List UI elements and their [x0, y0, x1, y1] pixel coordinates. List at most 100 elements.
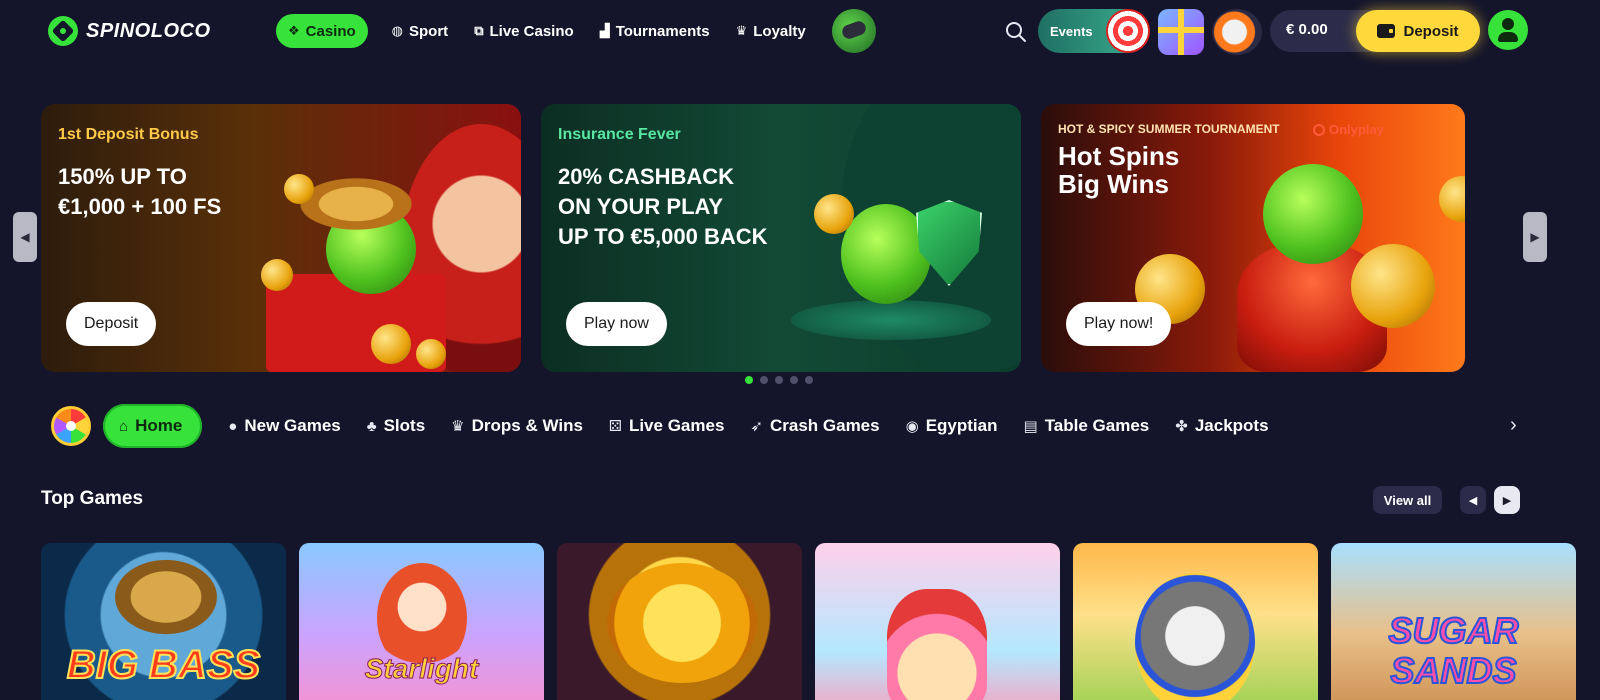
- search-icon[interactable]: [1004, 20, 1028, 44]
- carousel-dot[interactable]: [760, 376, 768, 384]
- main-nav: ❖ Casino ◍ Sport ⧉ Live Casino ▟ Tournam…: [276, 9, 876, 53]
- game-tile[interactable]: [557, 543, 802, 700]
- category-label: Jackpots: [1194, 416, 1269, 435]
- nav-casino[interactable]: ❖ Casino: [276, 14, 368, 48]
- banner-play-now-button[interactable]: Play now: [566, 302, 667, 346]
- category-home[interactable]: ⌂ Home: [103, 404, 203, 448]
- category-live-games[interactable]: ⚄ Live Games: [609, 404, 725, 448]
- nav-casino-label: Casino: [305, 22, 356, 40]
- logo-mark-icon: [48, 16, 78, 46]
- cards-icon: ▤: [1023, 418, 1038, 435]
- cherries-icon: ♣: [366, 417, 377, 435]
- view-all-button[interactable]: View all: [1373, 486, 1442, 514]
- onlyplay-logo-icon: [1313, 123, 1325, 136]
- bass-fish-icon: [111, 557, 221, 637]
- banner-hot-spins-tournament[interactable]: HOT & SPICY SUMMER TOURNAMENT Onlyplay H…: [1041, 104, 1465, 372]
- banner-title: 150% UP TO €1,000 + 100 FS: [58, 164, 222, 219]
- wallet-balance: € 0.00 Deposit: [1270, 10, 1480, 52]
- eye-coin-icon: ◉: [905, 418, 919, 435]
- category-label: Live Games: [628, 416, 725, 435]
- coin-illustration: [1439, 176, 1465, 222]
- banner-eyebrow: HOT & SPICY SUMMER TOURNAMENT: [1058, 122, 1280, 136]
- coin-illustration: [814, 194, 854, 234]
- category-crash-games[interactable]: ➶ Crash Games: [750, 404, 879, 448]
- category-egyptian[interactable]: ◉ Egyptian: [906, 404, 998, 448]
- whistle-promo-icon[interactable]: [831, 9, 876, 53]
- top-header: SPINOLOCO ❖ Casino ◍ Sport ⧉ Live Casino…: [0, 0, 1600, 64]
- banner-title: 20% CASHBACK ON YOUR PLAY UP TO €5,000 B…: [558, 164, 768, 249]
- ball-icon: ◍: [391, 23, 404, 38]
- provider-name: Onlyplay: [1329, 122, 1384, 137]
- balance-amount: € 0.00: [1286, 21, 1328, 38]
- crown-icon: ♛: [735, 23, 748, 38]
- category-label: New Games: [244, 416, 341, 435]
- game-tile[interactable]: Starlight: [299, 543, 544, 700]
- top-games-row: BIG BASS Starlight SUGAR SANDS: [41, 543, 1576, 700]
- fortune-wheel-icon[interactable]: [51, 406, 91, 446]
- category-table-games[interactable]: ▤ Table Games: [1024, 404, 1150, 448]
- gift-box-icon[interactable]: [1158, 9, 1204, 55]
- spinoloco-logo[interactable]: SPINOLOCO: [48, 16, 211, 46]
- wallet-icon: [1377, 24, 1396, 38]
- carousel-dot[interactable]: [775, 376, 783, 384]
- nav-sport-label: Sport: [409, 22, 449, 40]
- banner-first-deposit[interactable]: 1st Deposit Bonus 150% UP TO €1,000 + 10…: [41, 104, 521, 372]
- podium-icon: ▟: [599, 23, 610, 38]
- games-next-button[interactable]: ▶: [1494, 486, 1520, 514]
- carousel-dot[interactable]: [805, 376, 813, 384]
- category-jackpots[interactable]: ✤ Jackpots: [1175, 404, 1268, 448]
- events-button[interactable]: Events: [1038, 9, 1150, 53]
- banner-title: Hot Spins Big Wins: [1058, 141, 1180, 199]
- game-tile[interactable]: BIG BASS: [41, 543, 286, 700]
- banner-play-now-button[interactable]: Play now!: [1066, 302, 1172, 346]
- cake-icon: [887, 589, 987, 700]
- carousel-prev-button[interactable]: ◀: [13, 212, 37, 262]
- nav-tournaments[interactable]: ▟ Tournaments: [598, 14, 712, 48]
- banner-insurance-fever[interactable]: Insurance Fever 20% CASHBACK ON YOUR PLA…: [541, 104, 1021, 372]
- gold-tree-icon: [607, 563, 757, 683]
- target-icon: [1106, 9, 1150, 53]
- category-label: Egyptian: [925, 416, 998, 435]
- category-slots[interactable]: ♣ Slots: [367, 404, 425, 448]
- carousel-dot[interactable]: [745, 376, 753, 384]
- category-label: Drops & Wins: [471, 416, 583, 435]
- coin-illustration: [416, 339, 446, 369]
- category-label: Table Games: [1044, 416, 1150, 435]
- game-tile[interactable]: SUGAR SANDS: [1331, 543, 1576, 700]
- events-label: Events: [1050, 23, 1093, 39]
- provider-badge: Onlyplay: [1313, 122, 1384, 137]
- coin-illustration: [284, 174, 314, 204]
- nav-loyalty-label: Loyalty: [753, 22, 806, 40]
- game-title: Starlight: [364, 653, 479, 685]
- nav-sport[interactable]: ◍ Sport: [390, 14, 451, 48]
- pedestal-illustration: [791, 300, 991, 340]
- chevron-right-icon[interactable]: ›: [1510, 414, 1517, 437]
- megaphone-icon[interactable]: [1212, 9, 1262, 55]
- new-badge-icon: ●: [228, 417, 238, 435]
- carousel-next-button[interactable]: ▶: [1523, 212, 1547, 262]
- coin-illustration: [371, 324, 411, 364]
- game-tile[interactable]: [1073, 543, 1318, 700]
- nav-loyalty[interactable]: ♛ Loyalty: [734, 14, 808, 48]
- user-avatar-icon[interactable]: [1488, 10, 1528, 50]
- mascot-illustration: [1263, 164, 1363, 264]
- banner-deposit-button[interactable]: Deposit: [66, 302, 157, 346]
- banner-eyebrow: 1st Deposit Bonus: [58, 126, 199, 143]
- category-drops-wins[interactable]: ♛ Drops & Wins: [451, 404, 583, 448]
- nav-live-casino-label: Live Casino: [489, 22, 574, 40]
- top-games-title: Top Games: [41, 488, 144, 509]
- category-new-games[interactable]: ● New Games: [228, 404, 340, 448]
- carousel-dots: [745, 376, 813, 384]
- header-deposit-button[interactable]: Deposit: [1356, 10, 1480, 52]
- logo-text: SPINOLOCO: [86, 19, 211, 42]
- dice-icon: ⚄: [608, 418, 622, 435]
- nav-live-casino[interactable]: ⧉ Live Casino: [472, 14, 576, 48]
- carousel-dot[interactable]: [790, 376, 798, 384]
- game-title: SUGAR SANDS: [1387, 610, 1519, 692]
- category-label: Home: [135, 416, 183, 435]
- game-tile[interactable]: [815, 543, 1060, 700]
- games-prev-button[interactable]: ◀: [1460, 486, 1486, 514]
- diamond-icon: ❖: [288, 23, 300, 38]
- coin-illustration: [261, 259, 293, 291]
- cards-icon: ⧉: [474, 23, 484, 38]
